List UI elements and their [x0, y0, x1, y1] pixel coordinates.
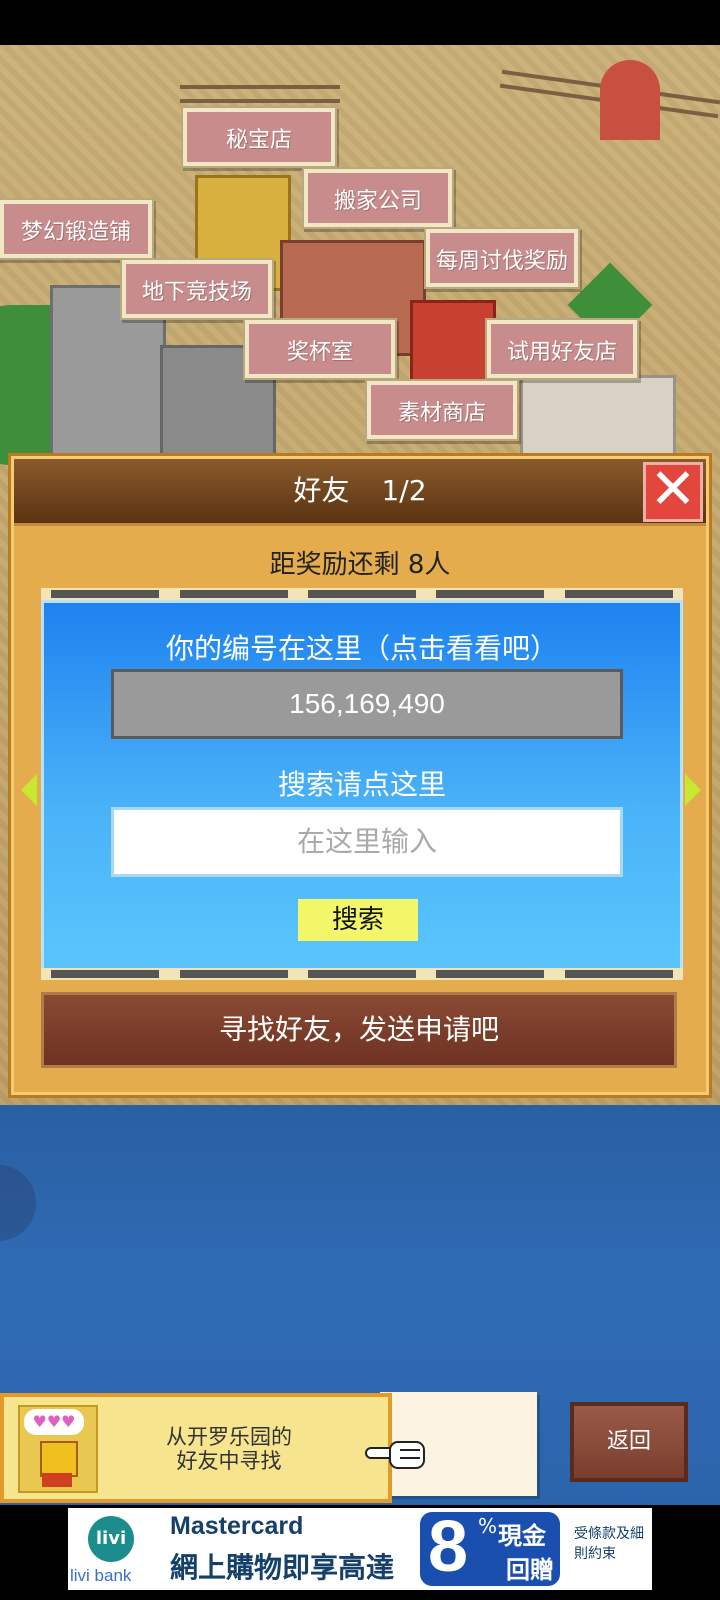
ad-banner[interactable]: livi livi bank Mastercard 網上購物即享高達 8 % 現… — [68, 1507, 652, 1590]
search-button[interactable]: 搜索 — [298, 899, 418, 941]
robot-body — [42, 1473, 72, 1487]
label-dream-forge[interactable]: 梦幻锻造铺 — [0, 200, 152, 258]
find-friends-button[interactable]: 寻找好友，发送申请吧 — [41, 992, 677, 1068]
label-trial-friend-shop[interactable]: 试用好友店 — [487, 320, 637, 378]
white-building — [520, 375, 676, 461]
bottom-divider — [41, 968, 683, 980]
label-trophy-room[interactable]: 奖杯室 — [245, 320, 395, 378]
back-button[interactable]: 返回 — [570, 1402, 688, 1482]
ad-rebate: 回贈 — [506, 1556, 554, 1584]
reward-remaining-text: 距奖励还剩 8人 — [269, 550, 451, 580]
pointing-hand-icon — [365, 1441, 425, 1469]
robot-icon — [40, 1441, 78, 1477]
ad-logo: livi — [88, 1516, 134, 1562]
kairo-friends-button[interactable]: ♥♥♥ 从开罗乐园的 好友中寻找 — [0, 1393, 392, 1503]
top-divider — [41, 588, 683, 600]
dialog-title: 好友 — [293, 474, 350, 507]
search-input[interactable]: 在这里输入 — [111, 807, 623, 877]
label-secret-shop[interactable]: 秘宝店 — [183, 108, 335, 166]
kairo-text: 从开罗乐园的 好友中寻找 — [154, 1425, 304, 1473]
player-id-box[interactable]: 156,169,490 — [111, 669, 623, 739]
kairo-avatar: ♥♥♥ — [18, 1405, 98, 1493]
dialog-header: 好友 1/2 — [14, 459, 706, 526]
fence — [180, 85, 340, 103]
arrow-left-icon[interactable] — [21, 774, 37, 806]
arrow-right-icon[interactable] — [685, 774, 701, 806]
kairo-text-line2: 好友中寻找 — [176, 1449, 282, 1473]
ad-cash: 現金 — [498, 1522, 546, 1550]
ad-percent: % — [478, 1514, 498, 1538]
hearts-bubble: ♥♥♥ — [24, 1409, 84, 1435]
ad-brand: livi bank — [70, 1566, 132, 1585]
ad-badge: 8 % 現金 回贈 — [420, 1507, 560, 1587]
label-weekly-reward[interactable]: 每周讨伐奖励 — [426, 229, 578, 287]
page-indicator: 1/2 — [381, 474, 427, 507]
close-button[interactable]: ✕ — [643, 462, 703, 522]
ad-terms: 受條款及細則約束 — [574, 1526, 644, 1562]
statue — [600, 60, 660, 140]
label-moving-company[interactable]: 搬家公司 — [304, 169, 452, 227]
friend-search-panel: 你的编号在这里（点击看看吧） 156,169,490 搜索请点这里 在这里输入 … — [41, 600, 683, 978]
label-underground-arena[interactable]: 地下竞技场 — [122, 260, 272, 318]
search-hint: 搜索请点这里 — [277, 768, 446, 801]
friends-dialog: 好友 1/2 ✕ 距奖励还剩 8人 你的编号在这里（点击看看吧） 156,169,… — [8, 453, 712, 1098]
id-hint: 你的编号在这里（点击看看吧） — [165, 632, 558, 665]
ad-title: Mastercard — [170, 1512, 304, 1540]
label-material-shop[interactable]: 素材商店 — [367, 381, 517, 439]
ad-subtitle: 網上購物即享高達 — [170, 1551, 395, 1584]
kairo-text-line1: 从开罗乐园的 — [166, 1425, 292, 1449]
ad-number: 8 — [428, 1507, 469, 1587]
